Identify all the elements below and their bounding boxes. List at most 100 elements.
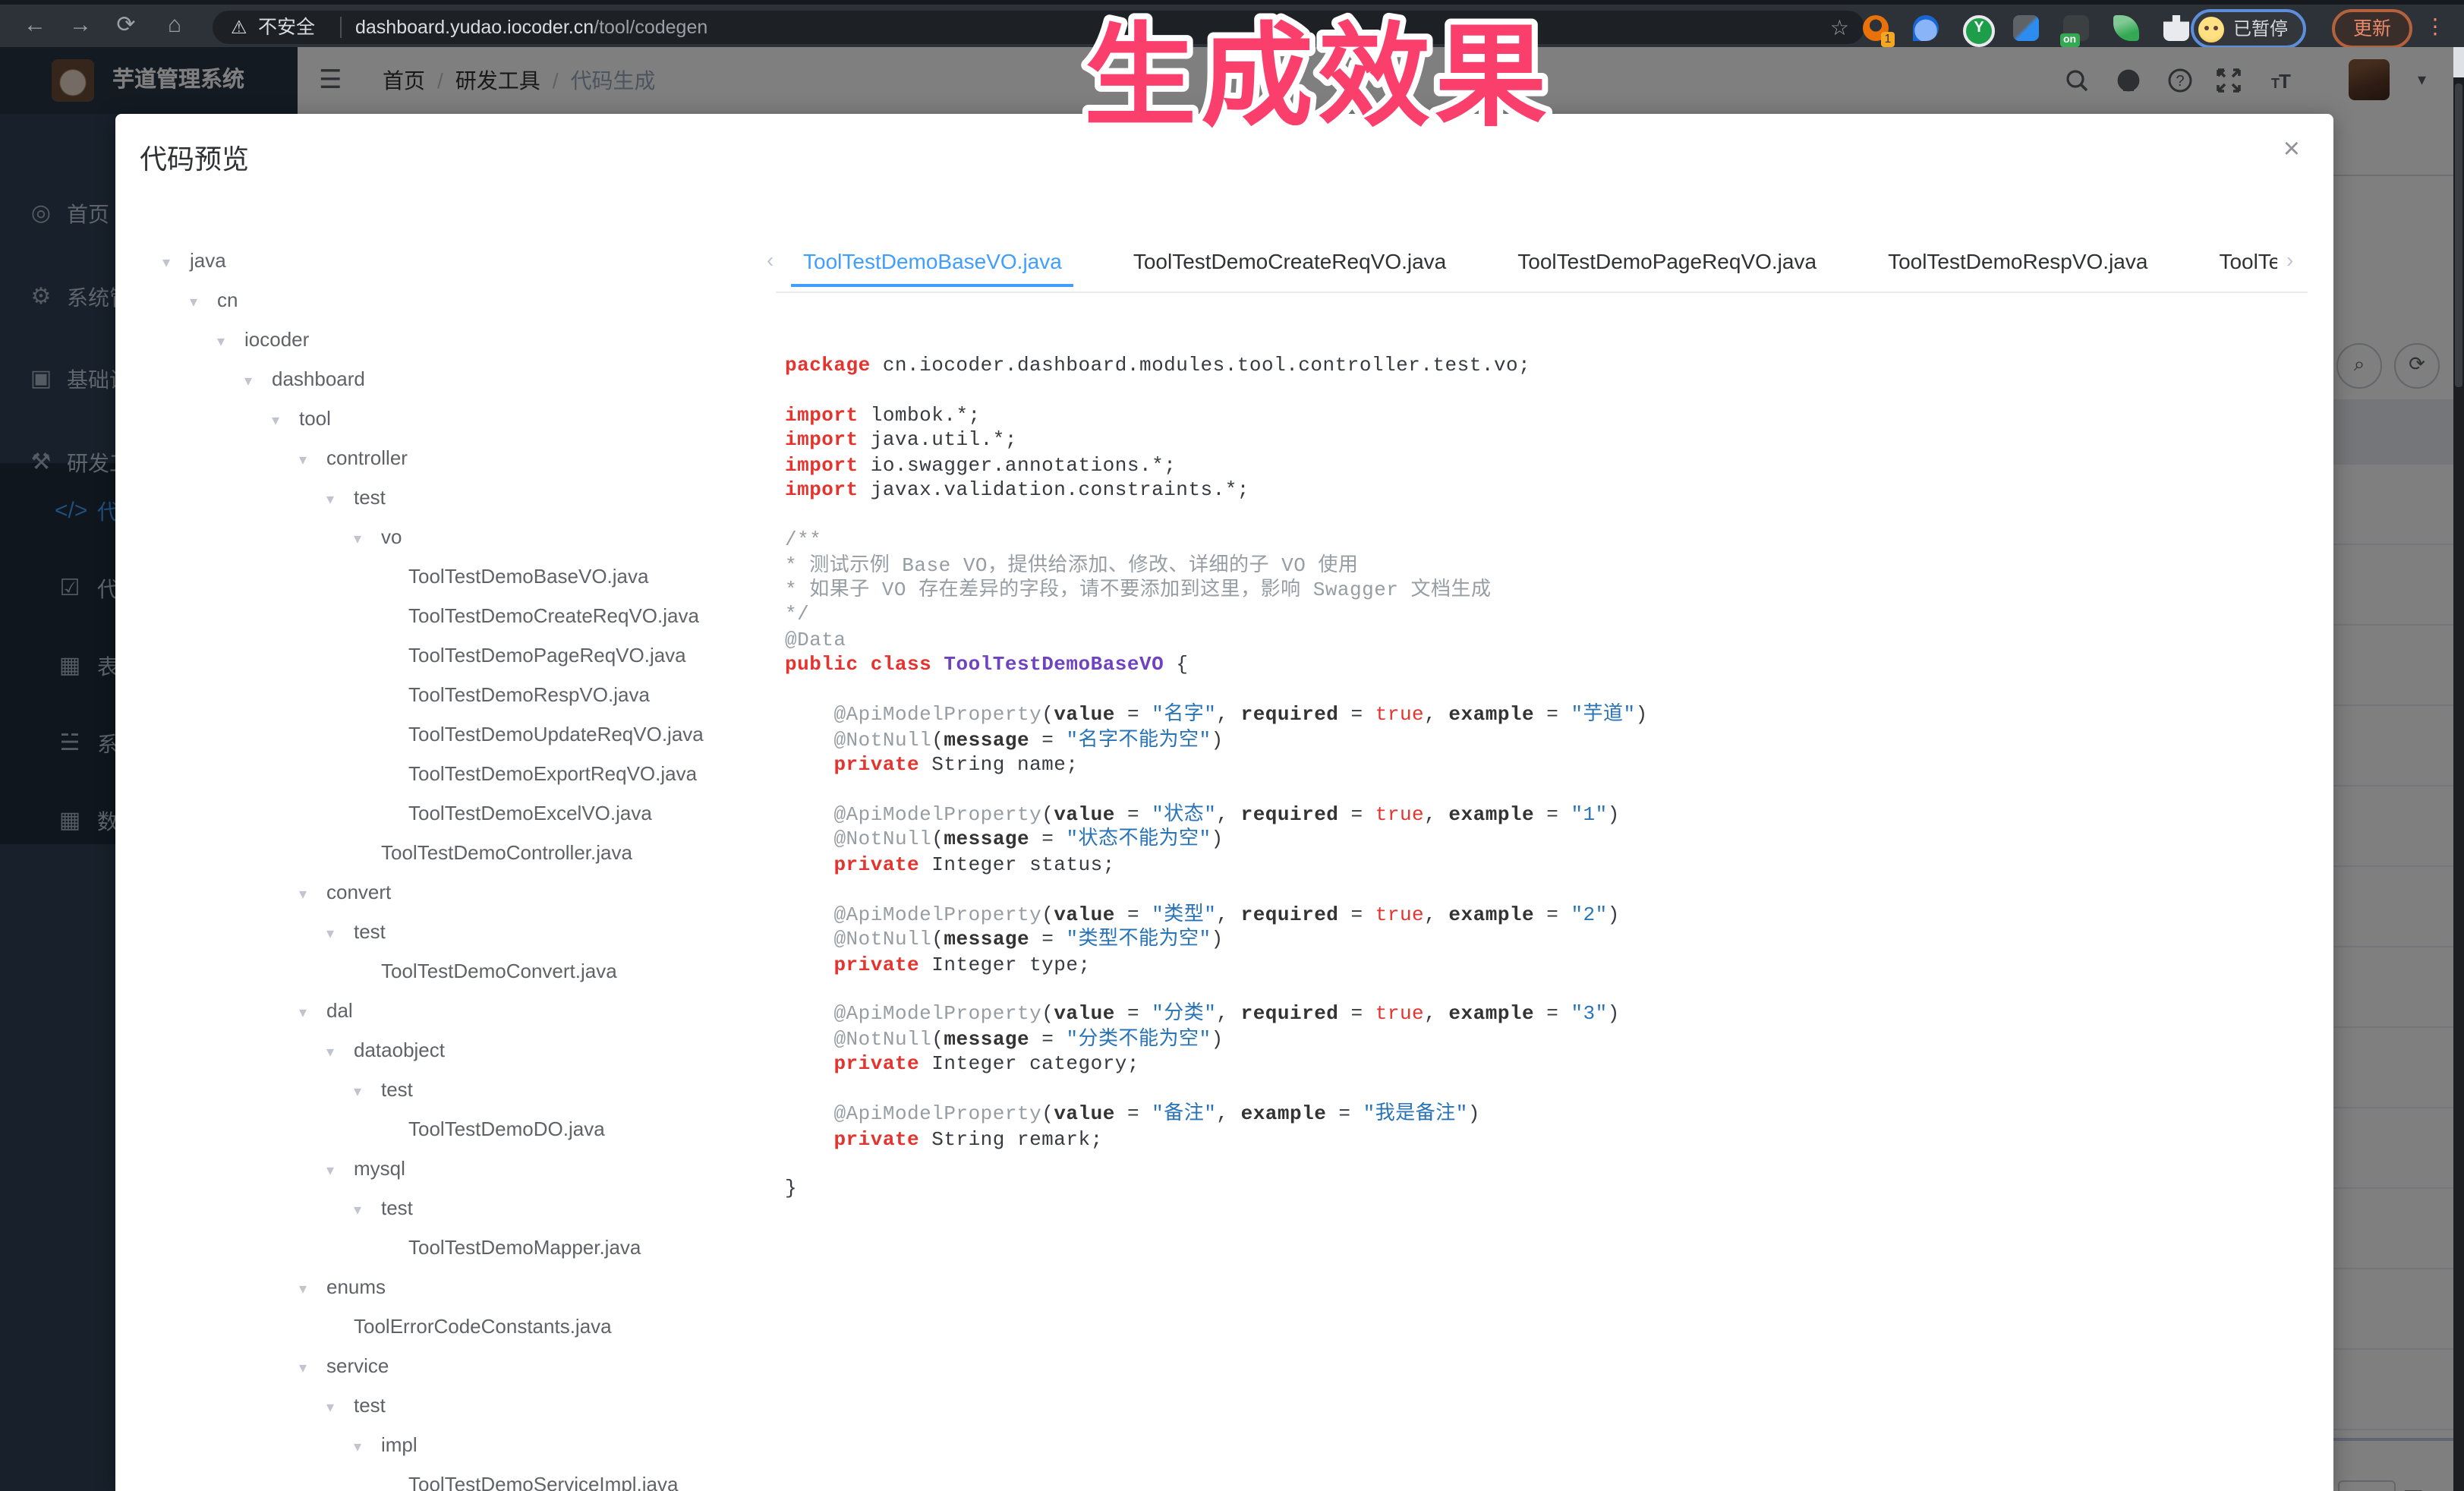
tree-file[interactable]: ToolTestDemoExportReqVO.java — [140, 755, 777, 794]
address-bar[interactable]: ⚠ 不安全 dashboard.yudao.iocoder.cn/tool/co… — [213, 10, 1864, 43]
extension-orange-icon[interactable]: 1 — [1863, 15, 1889, 41]
tree-file[interactable]: ToolTestDemoPageReqVO.java — [140, 636, 777, 676]
caret-down-icon[interactable]: ▾ — [326, 916, 354, 955]
caret-down-icon[interactable]: ▾ — [299, 1271, 326, 1310]
bookmark-star-icon[interactable]: ☆ — [1830, 10, 1849, 43]
tree-file[interactable]: ToolTestDemoMapper.java — [140, 1228, 777, 1268]
tab-ToolTestDemoUpdateReqVO.java[interactable]: ToolTestDemoUpdateReqVO.java — [2207, 235, 2277, 287]
tab-ToolTestDemoRespVO.java[interactable]: ToolTestDemoRespVO.java — [1876, 235, 2160, 287]
scrollbar-thumb[interactable] — [2455, 84, 2462, 387]
tree-folder[interactable]: ▾iocoder — [140, 320, 777, 360]
browser-update-button[interactable]: 更新 — [2332, 9, 2412, 49]
caret-down-icon[interactable]: ▾ — [354, 521, 381, 560]
caret-down-icon[interactable]: ▾ — [217, 323, 244, 363]
tree-folder[interactable]: ▾test — [140, 913, 777, 952]
code-line: public class ToolTestDemoBaseVO { — [785, 654, 2318, 679]
code-line — [785, 379, 2318, 404]
tree-node-label: ToolTestDemoRespVO.java — [408, 683, 650, 706]
extensions-puzzle-icon[interactable] — [2163, 15, 2189, 41]
tree-folder[interactable]: ▾dal — [140, 991, 777, 1031]
tree-file[interactable]: ToolTestDemoController.java — [140, 834, 777, 873]
tab-ToolTestDemoBaseVO.java[interactable]: ToolTestDemoBaseVO.java — [791, 235, 1074, 287]
tree-folder[interactable]: ▾enums — [140, 1268, 777, 1307]
caret-down-icon[interactable]: ▾ — [162, 244, 190, 284]
tabs-prev-icon[interactable]: ‹ — [767, 247, 785, 272]
tree-node-label: ToolTestDemoExportReqVO.java — [408, 762, 697, 785]
caret-down-icon[interactable]: ▾ — [326, 1034, 354, 1073]
caret-down-icon[interactable]: ▾ — [244, 363, 272, 402]
close-icon[interactable]: × — [2283, 135, 2300, 164]
tab-ToolTestDemoCreateReqVO.java[interactable]: ToolTestDemoCreateReqVO.java — [1121, 235, 1458, 287]
tree-node-label: mysql — [354, 1157, 405, 1180]
url-text[interactable]: dashboard.yudao.iocoder.cn/tool/codegen — [355, 10, 707, 43]
extension-badge: 1 — [1881, 32, 1895, 47]
caret-down-icon[interactable]: ▾ — [299, 876, 326, 916]
tab-ToolTestDemoPageReqVO.java[interactable]: ToolTestDemoPageReqVO.java — [1505, 235, 1829, 287]
tree-file[interactable]: ToolTestDemoCreateReqVO.java — [140, 597, 777, 636]
tree-folder[interactable]: ▾test — [140, 1189, 777, 1228]
tree-folder[interactable]: ▾test — [140, 1386, 777, 1426]
caret-down-icon[interactable]: ▾ — [272, 402, 299, 442]
tree-folder[interactable]: ▾test — [140, 478, 777, 518]
not-secure-warning-icon: ⚠ — [231, 10, 247, 43]
page-scrollbar[interactable] — [2453, 47, 2464, 1491]
tree-folder[interactable]: ▾impl — [140, 1426, 777, 1465]
code-line: @Data — [785, 629, 2318, 654]
extension-list-icon[interactable]: on — [2063, 15, 2089, 41]
tree-file[interactable]: ToolErrorCodeConstants.java — [140, 1307, 777, 1347]
browser-reload-icon[interactable]: ⟳ — [109, 5, 143, 47]
app-viewport: 芋道管理系统 ◎首页⚙系统管理▣基础设施⚒研发工具</>代码生成☑代▦表☱系▦数… — [0, 47, 2453, 1491]
not-secure-label[interactable]: 不安全 — [258, 10, 315, 43]
tree-node-label: test — [354, 1394, 386, 1417]
caret-down-icon[interactable]: ▾ — [299, 1350, 326, 1389]
tree-folder[interactable]: ▾controller — [140, 439, 777, 478]
browser-forward-icon[interactable]: → — [64, 5, 97, 47]
code-line: import lombok.*; — [785, 404, 2318, 429]
tree-folder[interactable]: ▾service — [140, 1347, 777, 1386]
caret-down-icon[interactable]: ▾ — [326, 481, 354, 521]
caret-down-icon[interactable]: ▾ — [326, 1389, 354, 1429]
tree-folder[interactable]: ▾dataobject — [140, 1031, 777, 1070]
extension-drop-icon[interactable] — [1913, 15, 1939, 41]
tree-folder[interactable]: ▾tool — [140, 399, 777, 439]
tree-file[interactable]: ToolTestDemoBaseVO.java — [140, 557, 777, 597]
tree-node-label: ToolTestDemoDO.java — [408, 1117, 605, 1140]
caret-down-icon[interactable]: ▾ — [190, 284, 217, 323]
tree-folder[interactable]: ▾convert — [140, 873, 777, 913]
tree-node-label: dashboard — [272, 367, 365, 390]
caret-down-icon[interactable]: ▾ — [354, 1429, 381, 1468]
caret-down-icon[interactable]: ▾ — [354, 1073, 381, 1113]
caret-down-icon[interactable]: ▾ — [326, 1152, 354, 1192]
tree-folder[interactable]: ▾dashboard — [140, 360, 777, 399]
caret-down-icon[interactable]: ▾ — [299, 995, 326, 1034]
browser-home-icon[interactable]: ⌂ — [158, 5, 191, 47]
tabs-next-icon[interactable]: › — [2286, 247, 2305, 272]
tree-file[interactable]: ToolTestDemoServiceImpl.java — [140, 1465, 777, 1491]
browser-back-icon[interactable]: ← — [18, 5, 52, 47]
extension-leaf-icon[interactable] — [2113, 15, 2139, 41]
code-editor[interactable]: package cn.iocoder.dashboard.modules.too… — [785, 354, 2318, 1203]
tree-file[interactable]: ToolTestDemoConvert.java — [140, 952, 777, 991]
extension-squares-icon[interactable] — [2013, 15, 2039, 41]
tree-file[interactable]: ToolTestDemoDO.java — [140, 1110, 777, 1149]
tree-folder[interactable]: ▾mysql — [140, 1149, 777, 1189]
caret-down-icon[interactable]: ▾ — [354, 1192, 381, 1231]
tree-node-label: ToolTestDemoExcelVO.java — [408, 802, 652, 824]
tree-file[interactable]: ToolTestDemoRespVO.java — [140, 676, 777, 715]
code-line — [785, 778, 2318, 803]
tree-file[interactable]: ToolTestDemoUpdateReqVO.java — [140, 715, 777, 755]
extension-green-icon[interactable]: Y — [1963, 15, 1995, 47]
browser-profile-chip[interactable]: 已暂停 — [2191, 9, 2306, 49]
tree-node-label: test — [381, 1196, 413, 1219]
browser-menu-dots-icon[interactable]: ⋮ — [2425, 14, 2446, 39]
code-line: } — [785, 1177, 2318, 1203]
tree-node-label: controller — [326, 446, 408, 469]
code-line: private String remark; — [785, 1127, 2318, 1152]
tree-file[interactable]: ToolTestDemoExcelVO.java — [140, 794, 777, 834]
tree-folder[interactable]: ▾test — [140, 1070, 777, 1110]
tree-folder[interactable]: ▾cn — [140, 281, 777, 320]
tree-folder[interactable]: ▾java — [140, 241, 777, 281]
caret-down-icon[interactable]: ▾ — [299, 442, 326, 481]
code-line: import io.swagger.annotations.*; — [785, 454, 2318, 479]
tree-folder[interactable]: ▾vo — [140, 518, 777, 557]
